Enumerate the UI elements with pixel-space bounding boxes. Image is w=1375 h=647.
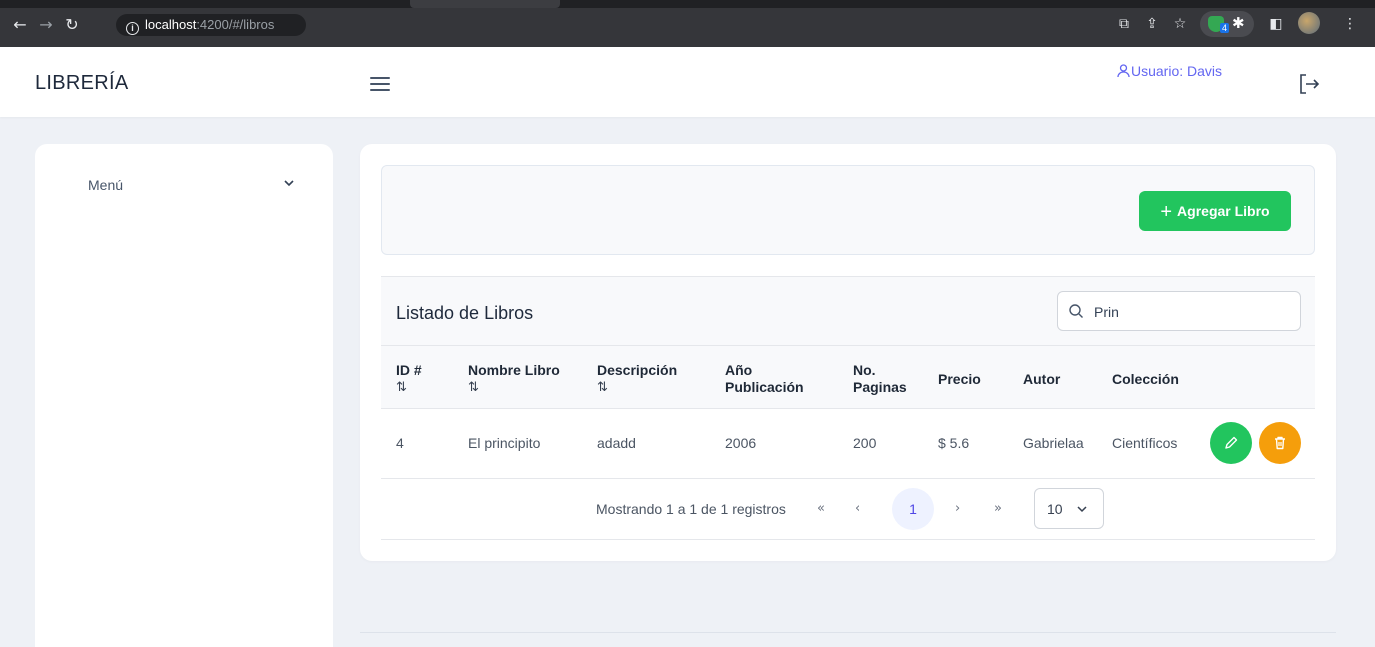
toolbar: + Agregar Libro <box>381 165 1315 255</box>
edit-button[interactable] <box>1210 422 1252 464</box>
last-page-button[interactable]: » <box>994 501 1002 516</box>
side-panel-icon[interactable]: ◧ <box>1266 14 1286 34</box>
logout-icon[interactable] <box>1297 72 1321 96</box>
sort-icon[interactable]: ⇅ <box>468 379 560 396</box>
chevron-down-icon[interactable] <box>283 177 295 189</box>
rows-per-page-value: 10 <box>1047 501 1063 517</box>
plus-icon: + <box>1160 201 1173 223</box>
translate-icon[interactable]: ⧉ <box>1114 14 1134 34</box>
extension-badge: 4 <box>1220 23 1230 33</box>
table-caption-bar: Listado de Libros <box>381 276 1315 346</box>
pencil-icon <box>1225 436 1238 449</box>
cell-nombre: El principito <box>468 435 541 451</box>
url-path: :4200/#/libros <box>196 17 275 32</box>
address-bar[interactable]: i localhost:4200/#/libros <box>116 14 306 36</box>
hamburger-menu-icon[interactable] <box>370 77 390 93</box>
column-header-precio: Precio <box>938 371 981 387</box>
pagination: Mostrando 1 a 1 de 1 registros « ‹ 1 › »… <box>381 479 1315 540</box>
browser-tab-strip <box>0 0 1375 8</box>
next-page-button[interactable]: › <box>955 501 960 516</box>
pagination-info: Mostrando 1 a 1 de 1 registros <box>596 501 786 517</box>
main-card: +Agregar Libro Listado de Libros ID #⇅ N… <box>360 144 1336 561</box>
rows-per-page-select[interactable]: 10 <box>1034 488 1104 529</box>
column-header-id[interactable]: ID # ⇅ <box>396 362 422 396</box>
browser-toolbar: ← → ↻ i localhost:4200/#/libros ⧉ ⇪ ☆ 4 ✱… <box>0 0 1375 47</box>
forward-icon[interactable]: → <box>36 15 56 35</box>
cell-anio: 2006 <box>725 435 757 451</box>
profile-avatar[interactable] <box>1298 12 1320 34</box>
footer-divider <box>360 632 1336 633</box>
cell-paginas: 200 <box>853 435 877 451</box>
back-icon[interactable]: ← <box>10 15 30 35</box>
chevron-down-icon <box>1077 506 1087 513</box>
search-input[interactable] <box>1094 301 1284 323</box>
sort-icon[interactable]: ⇅ <box>597 379 677 396</box>
table-title: Listado de Libros <box>396 303 534 323</box>
reload-icon[interactable]: ↻ <box>62 15 82 35</box>
user-label: Usuario: Davis <box>1131 63 1223 79</box>
cell-coleccion: Científicos <box>1112 435 1178 451</box>
add-book-button[interactable]: + Agregar Libro <box>1139 191 1291 231</box>
url-host: localhost <box>145 17 197 32</box>
column-header-anio: Año Publicación <box>725 362 804 395</box>
column-header-nombre[interactable]: Nombre Libro ⇅ <box>468 362 560 396</box>
column-header-descripcion[interactable]: Descripción ⇅ <box>597 362 677 396</box>
column-header-autor: Autor <box>1023 371 1061 387</box>
cell-id: 4 <box>396 435 404 451</box>
app-header: LIBRERÍA Usuario: Davis <box>0 47 1375 117</box>
trash-icon <box>1275 436 1285 450</box>
table-row: 4 El principito adadd 2006 200 $ 5.6 Gab… <box>381 409 1315 479</box>
brand-title: LIBRERÍA <box>35 72 129 94</box>
search-box[interactable] <box>1057 291 1301 331</box>
books-table: Listado de Libros ID #⇅ Nombre Libro⇅ De… <box>381 276 1315 540</box>
user-link[interactable]: Usuario: Davis <box>1117 63 1222 79</box>
cell-descripcion: adadd <box>597 435 636 451</box>
user-icon <box>1117 64 1130 78</box>
extensions-group[interactable]: 4 ✱ <box>1200 11 1254 37</box>
sort-icon[interactable]: ⇅ <box>396 379 422 396</box>
site-info-icon[interactable]: i <box>126 22 139 35</box>
cell-precio: $ 5.6 <box>938 435 970 451</box>
share-icon[interactable]: ⇪ <box>1142 14 1162 34</box>
first-page-button[interactable]: « <box>817 501 825 516</box>
puzzle-icon[interactable]: ✱ <box>1232 14 1245 32</box>
search-icon <box>1069 304 1083 318</box>
sidebar-item-menu[interactable]: Menú <box>88 177 123 193</box>
bookmark-star-icon[interactable]: ☆ <box>1170 14 1190 34</box>
prev-page-button[interactable]: ‹ <box>855 501 860 516</box>
table-header-row: ID # ⇅ Nombre Libro ⇅ Descripción ⇅ Año Pub… <box>381 346 1315 409</box>
column-header-coleccion: Colección <box>1112 371 1179 387</box>
delete-button[interactable] <box>1259 422 1301 464</box>
cell-autor: Gabrielaa <box>1023 435 1084 451</box>
sidebar: Menú <box>35 144 333 647</box>
browser-tab[interactable] <box>410 0 560 8</box>
kebab-menu-icon[interactable]: ⋮ <box>1340 14 1360 34</box>
page-1-button[interactable]: 1 <box>892 488 934 530</box>
add-book-label: Agregar Libro <box>1177 203 1270 219</box>
column-header-paginas: No. Paginas <box>853 362 907 395</box>
